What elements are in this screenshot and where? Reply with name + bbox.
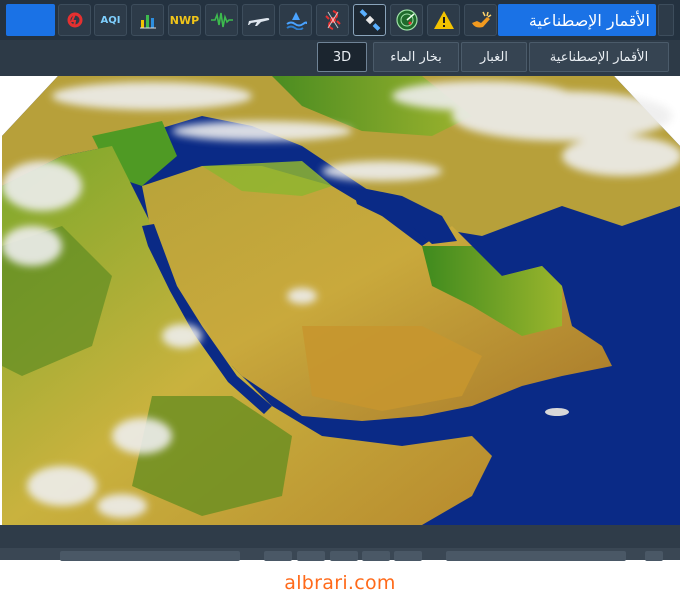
seismic-button[interactable] — [205, 4, 238, 36]
terrain-render — [2, 76, 680, 525]
lightning-icon — [64, 9, 86, 31]
first-frame-button[interactable] — [264, 551, 292, 561]
warning-icon — [433, 10, 455, 30]
lightning-button[interactable] — [58, 4, 91, 36]
scroll-handle[interactable] — [658, 4, 674, 36]
next-frame-button[interactable] — [362, 551, 390, 561]
settings-button[interactable] — [645, 551, 663, 561]
radar-button[interactable] — [390, 4, 423, 36]
socotra — [545, 408, 569, 416]
tab-dust[interactable]: الغبار — [461, 42, 527, 72]
tab-3d-label: 3D — [332, 49, 352, 65]
page-title: الأقمار الإصطناعية — [498, 4, 656, 36]
sea-state-button[interactable] — [279, 4, 312, 36]
aviation-button[interactable] — [242, 4, 275, 36]
time-slider[interactable] — [60, 551, 240, 561]
tropical-storm-button[interactable] — [316, 4, 349, 36]
speed-slider[interactable] — [446, 551, 626, 561]
aqi-button[interactable]: AQI — [94, 4, 127, 36]
nwp-button[interactable]: NWP — [168, 4, 201, 36]
tropical-storm-icon — [322, 9, 344, 31]
aviation-icon — [247, 12, 271, 28]
satellite-icon — [358, 8, 382, 32]
tab-3d[interactable]: 3D — [317, 42, 367, 72]
tab-satellites[interactable]: الأقمار الإصطناعية — [529, 42, 669, 72]
previous-frame-button[interactable] — [297, 551, 325, 561]
tab-water-vapour-label: بخار الماء — [390, 49, 442, 65]
radar-icon — [395, 8, 419, 32]
site-watermark: albrari.com — [284, 572, 396, 594]
page-title-text: الأقمار الإصطناعية — [528, 10, 650, 30]
tab-satellites-label: الأقمار الإصطناعية — [549, 49, 649, 65]
layer-tabs: الأقمار الإصطناعية الغبار بخار الماء 3D — [0, 40, 680, 76]
seismic-icon — [210, 11, 234, 29]
aqi-icon: AQI — [100, 14, 121, 26]
satellite-3d-map[interactable] — [2, 76, 680, 525]
warning-button[interactable] — [427, 4, 460, 36]
satellite-button[interactable] — [353, 4, 386, 36]
statistics-icon — [138, 10, 158, 30]
weather-alert-button[interactable] — [464, 4, 497, 36]
tab-dust-label: الغبار — [479, 49, 508, 65]
nwp-icon: NWP — [169, 13, 200, 27]
menu-button[interactable] — [6, 4, 55, 36]
last-frame-button[interactable] — [394, 551, 422, 561]
statistics-button[interactable] — [131, 4, 164, 36]
play-button[interactable] — [330, 551, 358, 561]
weather-alert-icon — [469, 9, 493, 31]
tab-water-vapour[interactable]: بخار الماء — [373, 42, 459, 72]
top-toolbar: AQI NWP الأقمار الإصطناعية — [0, 0, 680, 40]
sea-state-icon — [285, 10, 307, 30]
